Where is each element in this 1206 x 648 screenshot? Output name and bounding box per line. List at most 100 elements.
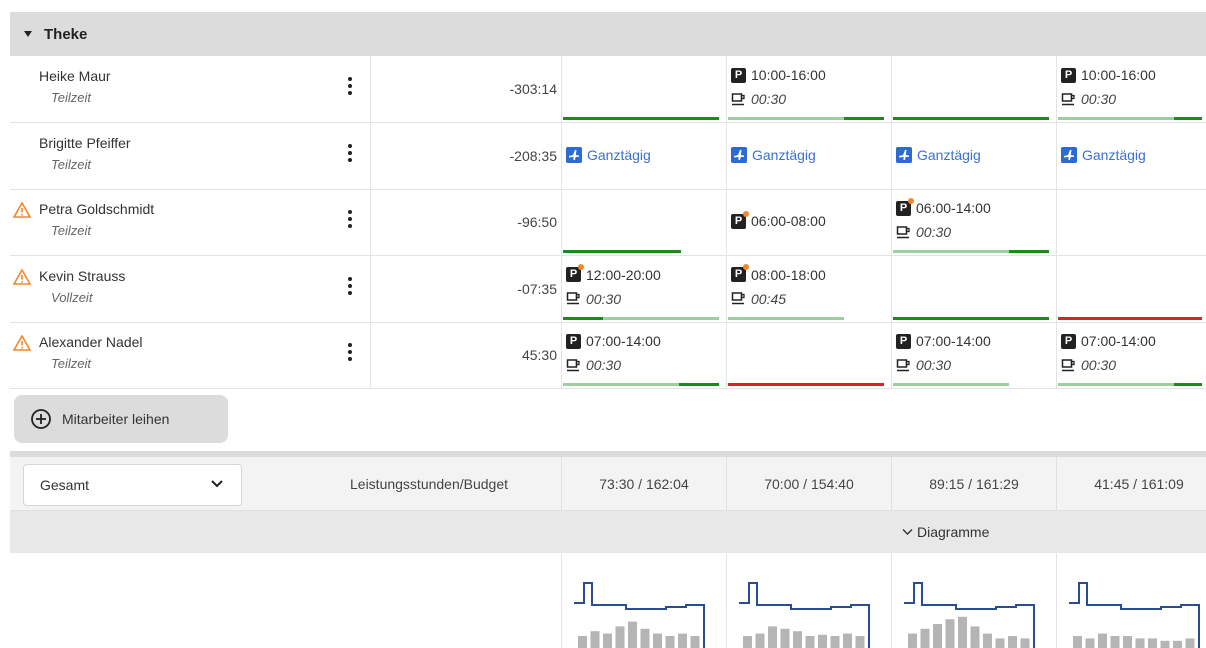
coverage-bar <box>679 383 719 387</box>
warning-icon <box>13 268 31 285</box>
shift-time-text: 07:00-14:00 <box>586 333 661 350</box>
employee-row: Kevin Strauss Vollzeit -07:35 P 12:00-20:00 0… <box>10 255 1206 323</box>
day-cell[interactable]: P 08:00-18:00 00:45 <box>728 256 886 322</box>
shift-time: P 10:00-16:00 <box>1061 67 1156 83</box>
column-divider <box>891 56 892 122</box>
mini-chart-bar <box>590 631 600 648</box>
more-options-icon[interactable] <box>340 274 360 304</box>
column-divider <box>726 122 727 189</box>
absence-entry: Ganztägig <box>566 146 651 163</box>
more-options-icon[interactable] <box>340 141 360 171</box>
column-divider <box>1056 189 1057 256</box>
day-cell[interactable] <box>893 56 1051 122</box>
day-cell[interactable]: P 07:00-14:00 00:30 <box>893 322 1051 388</box>
employee-row: Heike Maur Teilzeit -303:14 P 10:00-16:00 00:… <box>10 56 1206 123</box>
absence-entry: Ganztägig <box>731 146 816 163</box>
day-cell[interactable]: P 06:00-08:00 <box>728 189 886 255</box>
borrow-employee-label: Mitarbeiter leihen <box>62 411 170 427</box>
day-cell[interactable]: Ganztägig <box>728 123 886 189</box>
day-cell[interactable] <box>1058 256 1206 322</box>
more-options-icon[interactable] <box>340 74 360 104</box>
chevron-down-icon <box>902 529 913 535</box>
mini-chart-bar <box>908 633 917 648</box>
shift-break: 00:30 <box>1061 357 1116 373</box>
column-divider <box>891 189 892 256</box>
break-icon <box>566 359 580 372</box>
break-duration: 00:45 <box>751 290 787 307</box>
add-circle-icon <box>31 409 51 429</box>
diagram-toggle-row: Diagramme <box>10 511 1206 553</box>
employee-row: Alexander Nadel Teilzeit 45:30 P 07:00-14:00… <box>10 322 1206 390</box>
shift-time: P 12:00-20:00 <box>566 264 661 283</box>
employee-cell[interactable]: Petra Goldschmidt Teilzeit <box>10 189 360 255</box>
shift-time: P 06:00-14:00 <box>896 197 991 216</box>
column-divider <box>726 553 727 648</box>
borrow-employee-button[interactable]: Mitarbeiter leihen <box>14 395 228 443</box>
shift-time-text: 06:00-08:00 <box>751 213 826 230</box>
mini-chart-bar <box>830 636 840 648</box>
day-cell[interactable] <box>728 322 886 388</box>
mini-chart-bar <box>855 636 865 648</box>
coverage-bar <box>1009 250 1049 254</box>
employee-cell[interactable]: Heike Maur Teilzeit <box>10 56 360 122</box>
day-cell[interactable]: P 07:00-14:00 00:30 <box>563 322 721 388</box>
break-icon <box>896 225 910 238</box>
employee-cell[interactable]: Kevin Strauss Vollzeit <box>10 256 360 322</box>
day-cell[interactable]: Ganztägig <box>563 123 721 189</box>
shift-time: P 07:00-14:00 <box>566 333 661 349</box>
day-cell[interactable]: P 12:00-20:00 00:30 <box>563 256 721 322</box>
shift-time-text: 07:00-14:00 <box>916 333 991 350</box>
column-divider <box>561 322 562 389</box>
warning-icon <box>13 202 31 218</box>
break-duration: 00:30 <box>586 357 622 374</box>
day-cell[interactable]: P 06:00-14:00 00:30 <box>893 189 1051 255</box>
column-divider <box>1056 56 1057 122</box>
hours-balance: -208:35 <box>509 147 557 164</box>
hours-balance: -303:14 <box>509 81 557 97</box>
mini-chart-bar <box>1020 638 1030 648</box>
column-divider <box>1056 322 1057 389</box>
coverage-bar <box>893 250 1009 254</box>
break-icon <box>566 292 580 305</box>
vacation-plane-icon <box>566 146 582 163</box>
mini-chart-bar <box>1173 640 1182 648</box>
diagram-toggle[interactable]: Diagramme <box>902 511 989 553</box>
day-cell[interactable] <box>893 256 1051 322</box>
day-cell[interactable]: Ganztägig <box>1058 123 1206 189</box>
collapse-caret-icon[interactable] <box>24 31 32 37</box>
column-divider <box>561 122 562 189</box>
mini-chart-bar <box>665 636 675 648</box>
shift-break: 00:30 <box>566 357 621 373</box>
column-divider <box>891 122 892 189</box>
day-cell[interactable]: Ganztägig <box>893 123 1051 189</box>
more-options-icon[interactable] <box>340 207 360 237</box>
day-cell[interactable] <box>563 56 721 122</box>
mini-chart-bar <box>1135 638 1145 648</box>
day-cell[interactable]: P 10:00-16:00 00:30 <box>1058 56 1206 122</box>
day-cell[interactable] <box>563 189 721 255</box>
day-cell[interactable]: P 10:00-16:00 00:30 <box>728 56 886 122</box>
column-divider <box>726 322 727 389</box>
mini-chart-bar <box>755 633 765 648</box>
more-options-icon[interactable] <box>340 340 360 370</box>
shift-time: P 08:00-18:00 <box>731 264 826 283</box>
shift-time-text: 08:00-18:00 <box>751 266 826 283</box>
shift-time-text: 12:00-20:00 <box>586 266 661 283</box>
mini-chart-bar <box>793 631 802 648</box>
day-cell[interactable] <box>1058 189 1206 255</box>
employee-cell[interactable]: Brigitte Pfeiffer Teilzeit <box>10 123 360 189</box>
coverage-bar <box>1174 383 1202 387</box>
mini-chart-bar <box>805 636 815 648</box>
column-divider <box>561 56 562 122</box>
coverage-bar <box>728 316 844 320</box>
mini-chart-bar <box>1073 636 1082 648</box>
summary-select[interactable]: Gesamt <box>23 464 242 506</box>
day-cell[interactable]: P 07:00-14:00 00:30 <box>1058 322 1206 388</box>
break-duration: 00:30 <box>586 290 622 307</box>
shift-break: 00:30 <box>566 291 621 307</box>
employee-cell[interactable]: Alexander Nadel Teilzeit <box>10 322 360 388</box>
employee-row: Petra Goldschmidt Teilzeit -96:50 P 06:00-08… <box>10 189 1206 257</box>
group-header[interactable]: Theke <box>10 12 1206 56</box>
coverage-bar <box>1058 316 1202 320</box>
coverage-bar <box>728 383 884 387</box>
